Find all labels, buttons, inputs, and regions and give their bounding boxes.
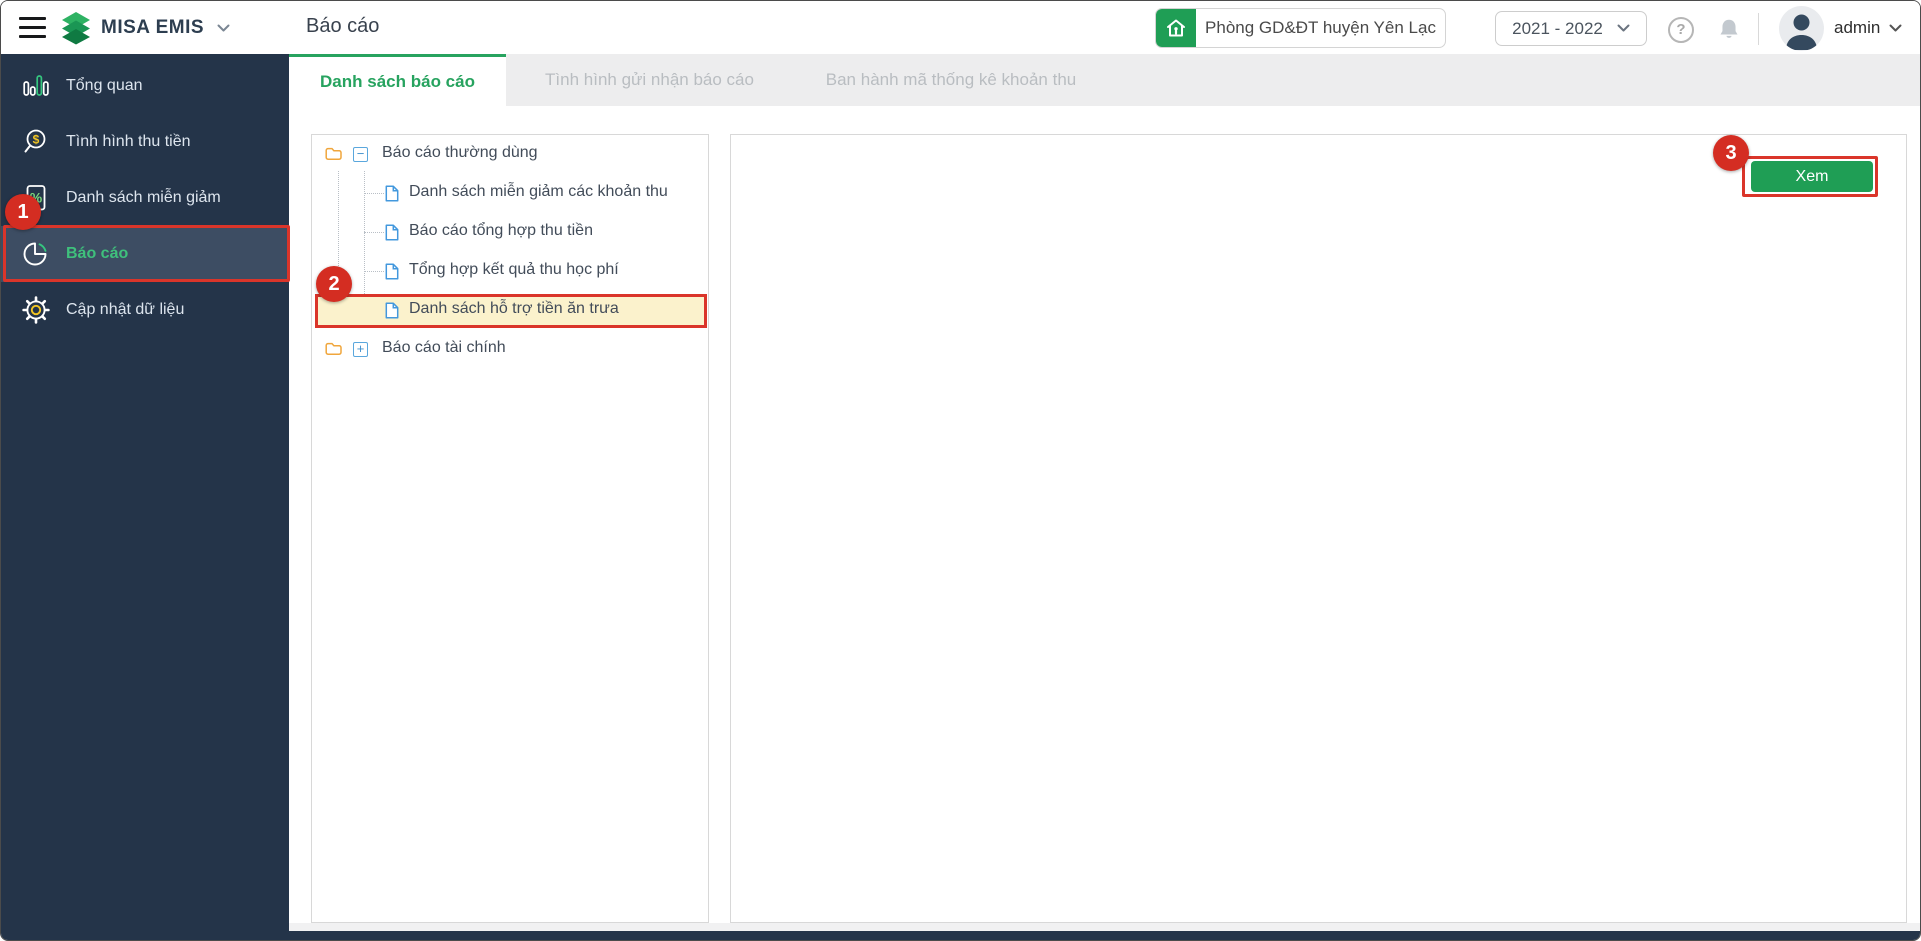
top-header: MISA EMIS Báo cáo Phòng GD&ĐT huyện Yên … <box>1 1 1920 54</box>
report-preview-panel: Xem <box>730 134 1907 923</box>
tree-node-bao-cao-thuong-dung[interactable]: − Báo cáo thường dùng <box>312 135 708 174</box>
brand-chevron-down-icon[interactable] <box>217 24 230 33</box>
sidebar-nav: Tổng quan $ Tình hình thu tiền % Danh sá… <box>1 54 289 931</box>
svg-text:$: $ <box>32 132 39 146</box>
gear-icon <box>19 296 53 324</box>
page-title: Báo cáo <box>306 15 380 37</box>
header-divider <box>1758 13 1759 45</box>
tree-leaf-label: Danh sách hỗ trợ tiền ăn trưa <box>409 300 619 317</box>
tree-leaf-label: Danh sách miễn giảm các khoản thu <box>409 183 668 200</box>
collapse-toggle-icon[interactable]: − <box>353 147 368 162</box>
search-money-icon: $ <box>19 128 53 156</box>
organization-selector[interactable]: Phòng GD&ĐT huyện Yên Lạc <box>1155 8 1446 48</box>
home-icon <box>1156 9 1196 47</box>
tab-ban-hanh-ma-thong-ke-khoan-thu[interactable]: Ban hành mã thống kê khoản thu <box>793 54 1109 106</box>
tree-leaf-tong-hop-ket-qua-thu-hoc-phi[interactable]: Tổng hợp kết quả thu học phí <box>312 252 708 291</box>
app-window: MISA EMIS Báo cáo Phòng GD&ĐT huyện Yên … <box>0 0 1921 941</box>
school-year-select[interactable]: 2021 - 2022 <box>1495 11 1647 46</box>
file-icon <box>385 185 399 202</box>
file-icon <box>385 263 399 280</box>
bar-chart-icon <box>19 73 53 99</box>
tree-leaf-label: Tổng hợp kết quả thu học phí <box>409 261 619 278</box>
file-icon <box>385 224 399 241</box>
file-icon <box>385 302 399 319</box>
organization-name: Phòng GD&ĐT huyện Yên Lạc <box>1205 18 1436 37</box>
report-tree-panel: − Báo cáo thường dùng Danh sách miễn giả… <box>311 134 709 923</box>
expand-toggle-icon[interactable]: + <box>353 342 368 357</box>
window-bottom-strip <box>1 931 1920 940</box>
help-icon[interactable]: ? <box>1668 17 1694 43</box>
tree-leaf-label: Báo cáo tổng hợp thu tiền <box>409 222 593 239</box>
sidebar-item-tinh-hinh-thu-tien[interactable]: $ Tình hình thu tiền <box>1 114 289 170</box>
notification-bell-icon[interactable] <box>1717 17 1741 41</box>
tree-leaf-bao-cao-tong-hop-thu-tien[interactable]: Báo cáo tổng hợp thu tiền <box>312 213 708 252</box>
user-chevron-down-icon[interactable] <box>1889 24 1902 33</box>
tree-leaf-danh-sach-ho-tro-tien-an-trua-selected[interactable]: Danh sách hỗ trợ tiền ăn trưa <box>312 291 708 330</box>
pie-chart-icon <box>19 240 53 268</box>
sidebar-item-bao-cao[interactable]: Báo cáo <box>1 226 289 282</box>
sidebar-item-danh-sach-mien-giam[interactable]: % Danh sách miễn giảm <box>1 170 289 226</box>
sidebar-item-label: Danh sách miễn giảm <box>66 189 221 206</box>
username-label[interactable]: admin <box>1834 18 1880 38</box>
sidebar-item-label: Tình hình thu tiền <box>66 133 191 150</box>
brand-name: MISA EMIS <box>101 17 205 38</box>
sidebar-item-label: Báo cáo <box>66 245 129 262</box>
folder-icon <box>325 147 342 161</box>
tree-node-label: Báo cáo tài chính <box>382 339 506 356</box>
misa-emis-logo-icon <box>58 11 94 45</box>
tree-leaf-danh-sach-mien-giam-cac-khoan-thu[interactable]: Danh sách miễn giảm các khoản thu <box>312 174 708 213</box>
tab-danh-sach-bao-cao[interactable]: Danh sách báo cáo <box>289 54 506 106</box>
tab-tinh-hinh-gui-nhan-bao-cao[interactable]: Tình hình gửi nhận báo cáo <box>506 54 793 106</box>
sidebar-item-tong-quan[interactable]: Tổng quan <box>1 58 289 114</box>
year-chevron-down-icon <box>1617 24 1630 32</box>
folder-icon <box>325 342 342 356</box>
sidebar-item-label: Tổng quan <box>66 77 143 94</box>
content-bottom-gap <box>289 923 1920 931</box>
report-tree: − Báo cáo thường dùng Danh sách miễn giả… <box>312 135 708 922</box>
user-avatar[interactable] <box>1779 6 1824 51</box>
percent-document-icon: % <box>19 184 53 212</box>
sidebar-item-label: Cập nhật dữ liệu <box>66 301 185 318</box>
svg-text:%: % <box>30 190 43 206</box>
tree-node-bao-cao-tai-chinh[interactable]: + Báo cáo tài chính <box>312 330 708 369</box>
tree-node-label: Báo cáo thường dùng <box>382 144 538 161</box>
school-year-value: 2021 - 2022 <box>1512 18 1603 38</box>
report-tabs: Danh sách báo cáo Tình hình gửi nhận báo… <box>289 54 1920 106</box>
hamburger-menu-icon[interactable] <box>19 17 46 38</box>
view-report-button[interactable]: Xem <box>1751 161 1873 192</box>
sidebar-item-cap-nhat-du-lieu[interactable]: Cập nhật dữ liệu <box>1 282 289 338</box>
